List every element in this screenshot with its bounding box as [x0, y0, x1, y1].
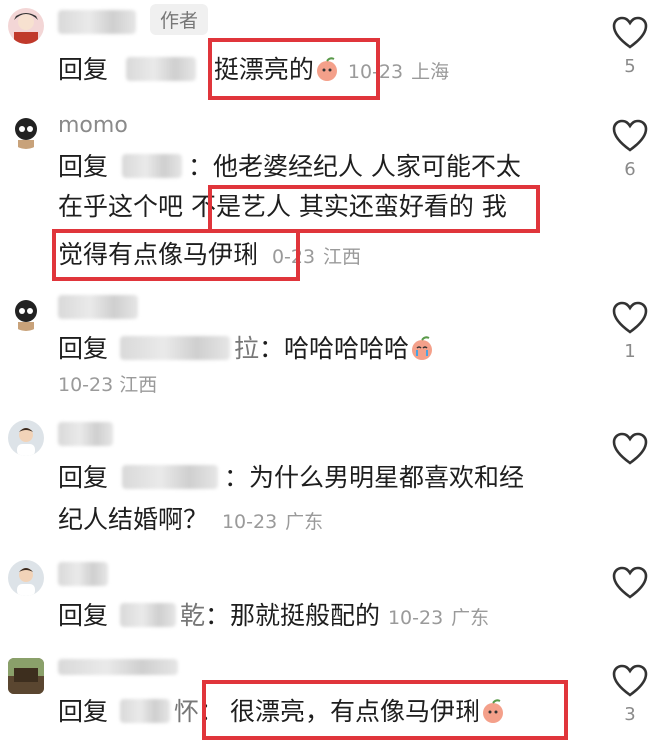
like-count: 5	[624, 56, 636, 77]
comment-2: momo 回复 ：他老婆经纪人 人家可能不太 在乎这个吧 不是艺人 其实还蛮好看…	[0, 105, 660, 285]
comment-location: 江西	[323, 246, 362, 268]
highlight-box	[208, 185, 540, 233]
username-blurred[interactable]	[58, 295, 138, 325]
highlight-box	[202, 680, 568, 740]
colon: ：	[258, 334, 284, 363]
reply-target-blurred[interactable]	[121, 465, 218, 489]
like-count: 3	[624, 704, 636, 725]
comment-text: 回复 乾：那就挺般配的 10-23 广东	[58, 596, 489, 638]
comment-meta: 10-23 江西	[58, 365, 157, 405]
avatar[interactable]	[8, 8, 44, 44]
reply-label[interactable]: 回复	[58, 601, 108, 630]
comment-location: 广东	[451, 607, 490, 629]
username-blurred[interactable]	[58, 562, 108, 592]
comment-body: 他老婆经纪人 人家可能不太	[212, 152, 521, 181]
avatar[interactable]	[8, 113, 44, 149]
comment-text-line-2: 纪人结婚啊？ 10-23 广东	[58, 500, 323, 542]
reply-label[interactable]: 回复	[58, 55, 108, 84]
avatar[interactable]	[8, 295, 44, 331]
reply-target-fragment[interactable]: 怀	[174, 697, 199, 726]
comment-body: 纪人结婚啊？	[58, 505, 209, 534]
username[interactable]: momo	[58, 113, 128, 138]
avatar[interactable]	[8, 560, 44, 596]
avatar[interactable]	[8, 658, 44, 694]
reply-target-blurred[interactable]	[125, 57, 196, 81]
comment-body: 那就挺般配的	[230, 601, 381, 630]
like-button[interactable]: 6	[608, 119, 652, 180]
reply-target-blurred[interactable]	[119, 336, 230, 360]
comment-text-line-1: 回复 ：他老婆经纪人 人家可能不太	[58, 147, 521, 187]
like-button[interactable]: 5	[608, 16, 652, 77]
like-button[interactable]	[608, 566, 652, 600]
reply-target-blurred[interactable]	[119, 699, 170, 723]
like-button[interactable]: 1	[608, 301, 652, 362]
comment-text: 回复 拉：哈哈哈哈哈	[58, 329, 435, 369]
reply-target-blurred[interactable]	[119, 603, 176, 627]
crying-peach-emoji-icon	[412, 336, 433, 360]
heart-outline-icon	[612, 119, 648, 152]
colon: ：	[204, 601, 230, 630]
comment-6: 回复 怀： 很漂亮，有点像马伊琍 3	[0, 650, 660, 740]
username-blurred[interactable]	[58, 10, 136, 40]
highlight-box	[208, 38, 380, 100]
heart-outline-icon	[612, 566, 648, 599]
author-tag: 作者	[150, 4, 209, 35]
comment-time: 10-23	[387, 607, 444, 629]
reply-label[interactable]: 回复	[58, 697, 108, 726]
heart-outline-icon	[612, 301, 648, 334]
like-button[interactable]	[608, 432, 652, 466]
heart-outline-icon	[612, 16, 648, 49]
reply-target-fragment[interactable]: 乾	[180, 601, 205, 630]
avatar[interactable]	[8, 420, 44, 456]
like-count: 1	[624, 341, 636, 362]
comment-location: 广东	[285, 511, 324, 533]
heart-outline-icon	[612, 432, 648, 465]
highlight-box	[52, 229, 300, 281]
comment-body: 在乎这个吧	[58, 192, 191, 221]
like-button[interactable]: 3	[608, 664, 652, 725]
username-blurred[interactable]	[58, 422, 113, 452]
comment-5: 回复 乾：那就挺般配的 10-23 广东	[0, 550, 660, 650]
colon: ：	[223, 463, 249, 492]
like-count: 6	[624, 159, 636, 180]
colon: ：	[187, 152, 213, 181]
username-blurred[interactable]	[58, 656, 178, 681]
reply-target-fragment[interactable]: 拉	[234, 334, 259, 363]
comment-location: 上海	[411, 61, 450, 83]
reply-target-blurred[interactable]	[121, 154, 182, 178]
comment-time: 10-23	[221, 511, 278, 533]
reply-label[interactable]: 回复	[58, 463, 108, 492]
comment-location: 江西	[119, 374, 158, 396]
comment-1: 作者 回复 挺漂亮的 10-23 上海 5	[0, 0, 660, 105]
comment-text-line-1: 回复 ：为什么男明星都喜欢和经	[58, 458, 524, 498]
heart-outline-icon	[612, 664, 648, 697]
comment-3: 回复 拉：哈哈哈哈哈 10-23 江西 1	[0, 285, 660, 410]
comment-body: 哈哈哈哈哈	[284, 334, 410, 363]
reply-label[interactable]: 回复	[58, 152, 108, 181]
reply-label[interactable]: 回复	[58, 334, 108, 363]
comment-body: 为什么男明星都喜欢和经	[248, 463, 524, 492]
comment-time: 10-23	[58, 374, 114, 396]
comment-4: 回复 ：为什么男明星都喜欢和经 纪人结婚啊？ 10-23 广东	[0, 410, 660, 550]
